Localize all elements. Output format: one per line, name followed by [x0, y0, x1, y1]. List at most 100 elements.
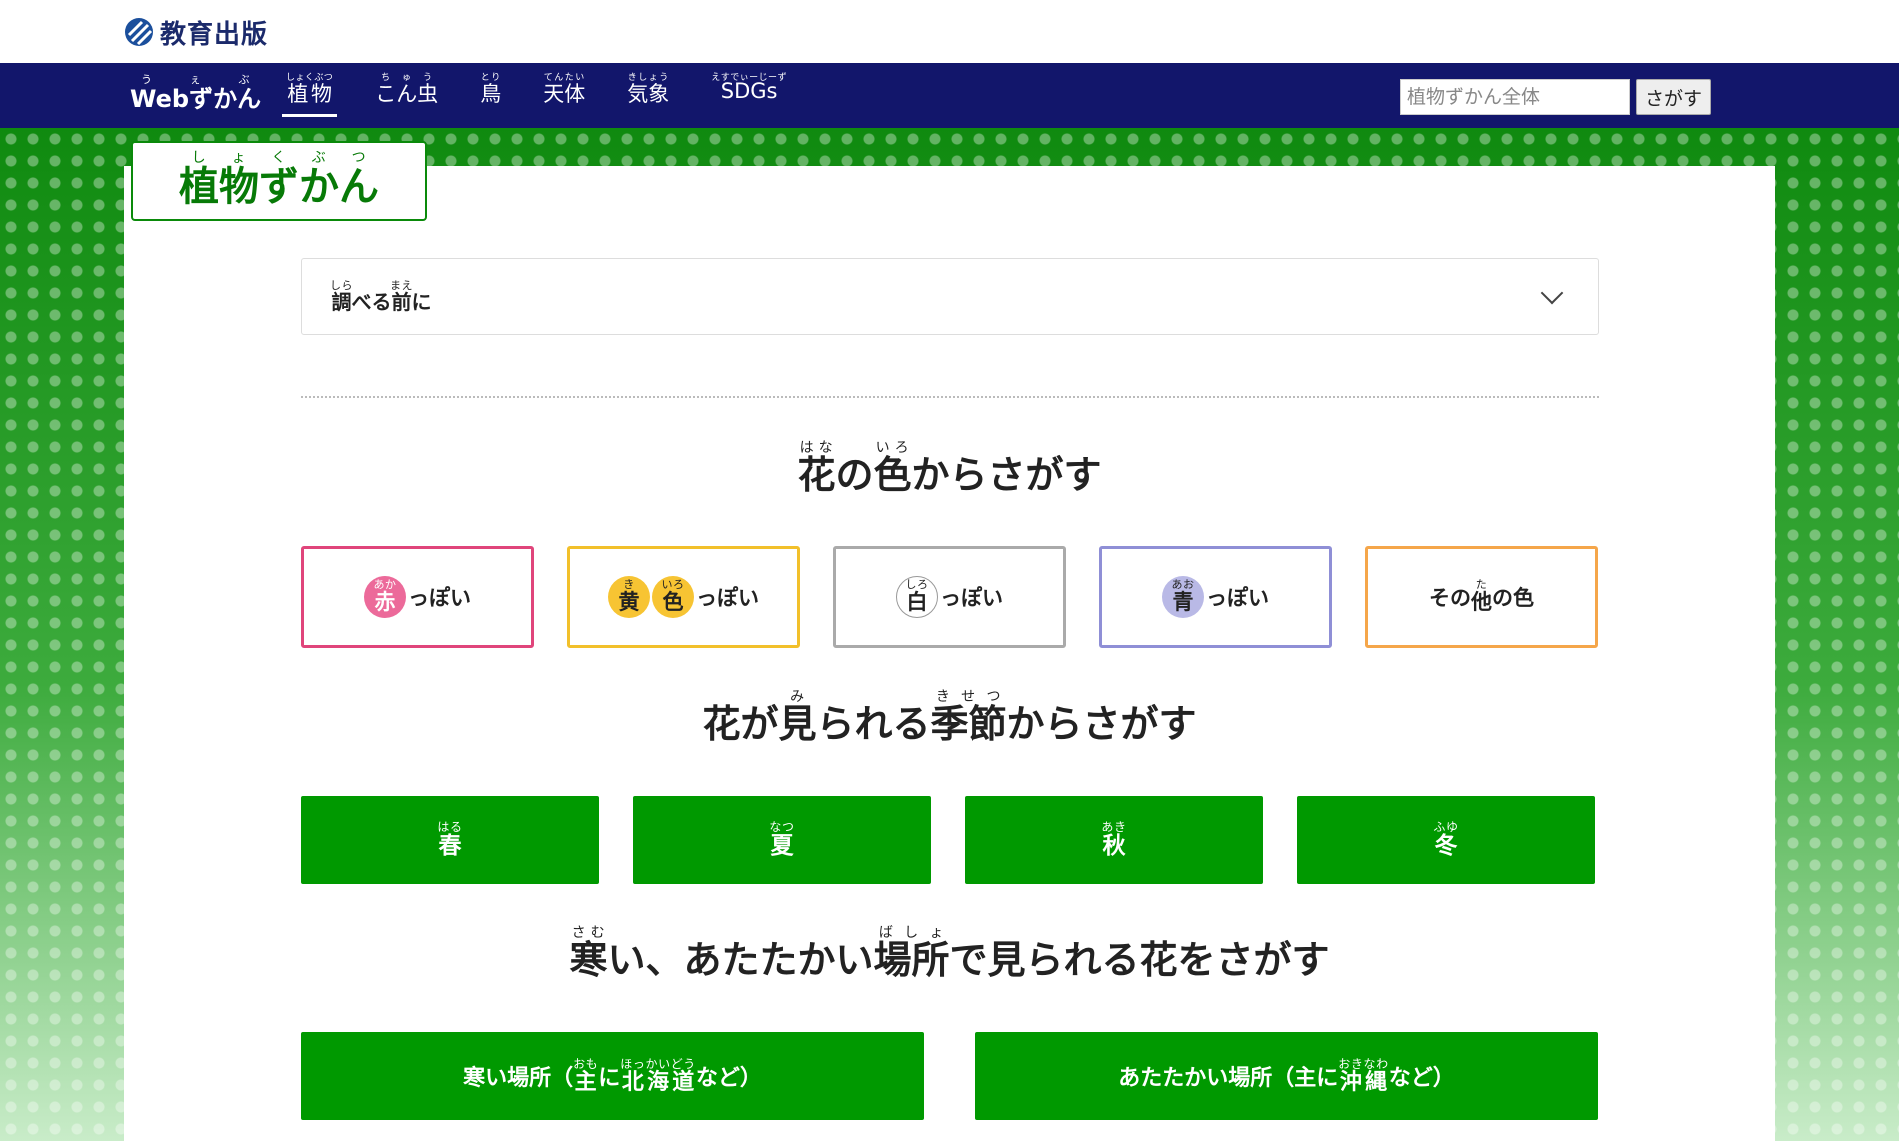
nav-item-label: 植物 — [286, 82, 334, 106]
nav-search: さがす — [1400, 79, 1712, 115]
color-suffix: っぽい — [1206, 586, 1269, 610]
color-prefix: その — [1429, 586, 1471, 610]
publisher-logo-icon — [125, 18, 153, 46]
season-ruby: なつ — [769, 820, 795, 834]
page-title-ruby: しょくぶつ — [179, 150, 379, 166]
place-button-warm[interactable]: あたたかい場所（主に 沖縄おきなわ など） — [975, 1032, 1598, 1120]
accordion-kanji: 調 — [330, 289, 354, 314]
season-label: 冬 — [1433, 833, 1459, 859]
season-label: 春 — [437, 833, 463, 859]
season-button-summer[interactable]: 夏なつ — [633, 796, 931, 884]
accordion-ruby: まえ — [390, 278, 414, 292]
accordion-kana: べる — [351, 289, 392, 314]
color-suffix: の色 — [1492, 586, 1534, 610]
season-button-winter[interactable]: 冬ふゆ — [1297, 796, 1595, 884]
accordion-kanji: 前 — [390, 289, 414, 314]
place-kanji: 沖縄 — [1338, 1069, 1389, 1095]
place-ruby: おも — [573, 1056, 599, 1071]
blue-dot-icon: 青あお — [1162, 576, 1204, 618]
publisher-logo[interactable]: 教育出版 — [124, 14, 268, 50]
color-ruby: あお — [1171, 578, 1195, 591]
heading-kanji: 色 — [873, 453, 912, 497]
main-nav: Webずかんうぇぶ 植物しょくぶつ こん虫ちゅう 鳥とり 天体てんたい 気象きし… — [0, 63, 1899, 128]
before-research-accordion[interactable]: 調しらべる前まえに — [301, 258, 1599, 335]
nav-brand[interactable]: Webずかんうぇぶ — [130, 73, 261, 112]
nav-item-plants[interactable]: 植物しょくぶつ — [282, 73, 338, 117]
color-button-red[interactable]: 赤あか っぽい — [301, 546, 534, 648]
color-button-yellow[interactable]: 黄き 色いろ っぽい — [567, 546, 800, 648]
heading-kanji: 場所 — [873, 938, 950, 982]
color-ruby: いろ — [661, 578, 685, 591]
heading-kana: の — [835, 453, 874, 497]
nav-item-ruby: とり — [480, 73, 502, 83]
search-button[interactable]: さがす — [1636, 79, 1712, 115]
accordion-kana: に — [411, 289, 432, 314]
place-ruby: ほっかいどう — [620, 1056, 696, 1071]
section-divider — [301, 396, 1599, 398]
color-button-white[interactable]: 白しろ っぽい — [833, 546, 1066, 648]
top-header: 教育出版 — [0, 0, 1899, 63]
color-button-blue[interactable]: 青あお っぽい — [1099, 546, 1332, 648]
heading-kanji: 見 — [778, 702, 817, 746]
season-ruby: はる — [437, 820, 463, 834]
nav-item-label: 気象 — [627, 82, 670, 106]
heading-kanji: 花 — [797, 453, 836, 497]
nav-item-sdgs[interactable]: SDGsえすでぃーじーず — [707, 73, 791, 117]
heading-kana: い、あたたかい — [607, 938, 874, 982]
chevron-down-icon — [1540, 281, 1564, 305]
place-kanji: 北海道 — [620, 1069, 696, 1095]
nav-items: 植物しょくぶつ こん虫ちゅう 鳥とり 天体てんたい 気象きしょう SDGsえすで… — [282, 73, 825, 125]
search-input[interactable] — [1400, 79, 1630, 115]
nav-item-ruby: しょくぶつ — [286, 73, 334, 83]
nav-brand-ruby: うぇぶ — [130, 73, 262, 86]
place-label: など） — [1388, 1066, 1455, 1091]
place-buttons: 寒い場所（ 主おもに北海道ほっかいどう など） あたたかい場所（主に 沖縄おきなわ など… — [301, 1032, 1599, 1120]
color-kanji: 黄 — [618, 590, 640, 614]
nav-item-weather[interactable]: 気象きしょう — [623, 73, 673, 117]
heading-ruby: きせつ — [930, 689, 1007, 705]
heading-kanji: 花 — [702, 702, 741, 746]
color-ruby: しろ — [905, 578, 929, 591]
color-button-other[interactable]: その 他た の色 — [1365, 546, 1598, 648]
season-buttons: 春はる 夏なつ 秋あき 冬ふゆ — [301, 796, 1599, 884]
nav-item-insects[interactable]: こん虫ちゅう — [371, 73, 442, 117]
yellow-dot-icon: 黄き — [608, 576, 650, 618]
color-ruby: き — [618, 578, 640, 591]
heading-kana: からさがす — [1006, 702, 1197, 746]
heading-kana: が — [740, 702, 779, 746]
red-dot-icon: 赤あか — [364, 576, 406, 618]
place-label: など） — [695, 1066, 762, 1091]
season-button-autumn[interactable]: 秋あき — [965, 796, 1263, 884]
nav-item-birds[interactable]: 鳥とり — [476, 73, 505, 117]
color-kanji: 青 — [1171, 590, 1195, 614]
yellow-dot-icon: 色いろ — [652, 576, 694, 618]
heading-ruby: はな — [797, 440, 836, 456]
place-label: に — [598, 1066, 621, 1091]
color-ruby: た — [1471, 578, 1492, 591]
place-ruby: おきなわ — [1338, 1056, 1389, 1071]
accordion-label: 調しらべる前まえに — [330, 279, 432, 315]
heading-ruby: み — [778, 689, 817, 705]
season-button-spring[interactable]: 春はる — [301, 796, 599, 884]
heading-kanji: 寒 — [569, 938, 608, 982]
season-section-heading: 花が見みられる季節きせつからさがす — [124, 689, 1775, 748]
color-suffix: っぽい — [696, 586, 759, 610]
nav-item-astronomy[interactable]: 天体てんたい — [539, 73, 589, 117]
place-section-heading: 寒さむい、あたたかい場所ばしょで見られる花をさがす — [124, 925, 1775, 984]
color-kanji: 色 — [661, 590, 685, 614]
color-kanji: 白 — [905, 590, 929, 614]
heading-ruby: さむ — [569, 925, 608, 941]
page-title: 植物ずかんしょくぶつ — [131, 141, 427, 221]
place-label: 寒い場所（ — [463, 1066, 574, 1091]
season-label: 夏 — [769, 833, 795, 859]
heading-kana: られる — [816, 702, 931, 746]
white-dot-icon: 白しろ — [896, 576, 938, 618]
nav-item-label: 天体 — [543, 82, 586, 106]
nav-brand-label: Webずかん — [130, 85, 262, 113]
place-label: あたたかい場所（主に — [1118, 1066, 1339, 1091]
place-button-cold[interactable]: 寒い場所（ 主おもに北海道ほっかいどう など） — [301, 1032, 924, 1120]
heading-kana: で見られる花をさがす — [949, 938, 1330, 982]
color-section-heading: 花はなの色いろからさがす — [124, 440, 1775, 499]
accordion-ruby: しら — [330, 278, 354, 292]
color-kanji: 他 — [1471, 590, 1492, 614]
